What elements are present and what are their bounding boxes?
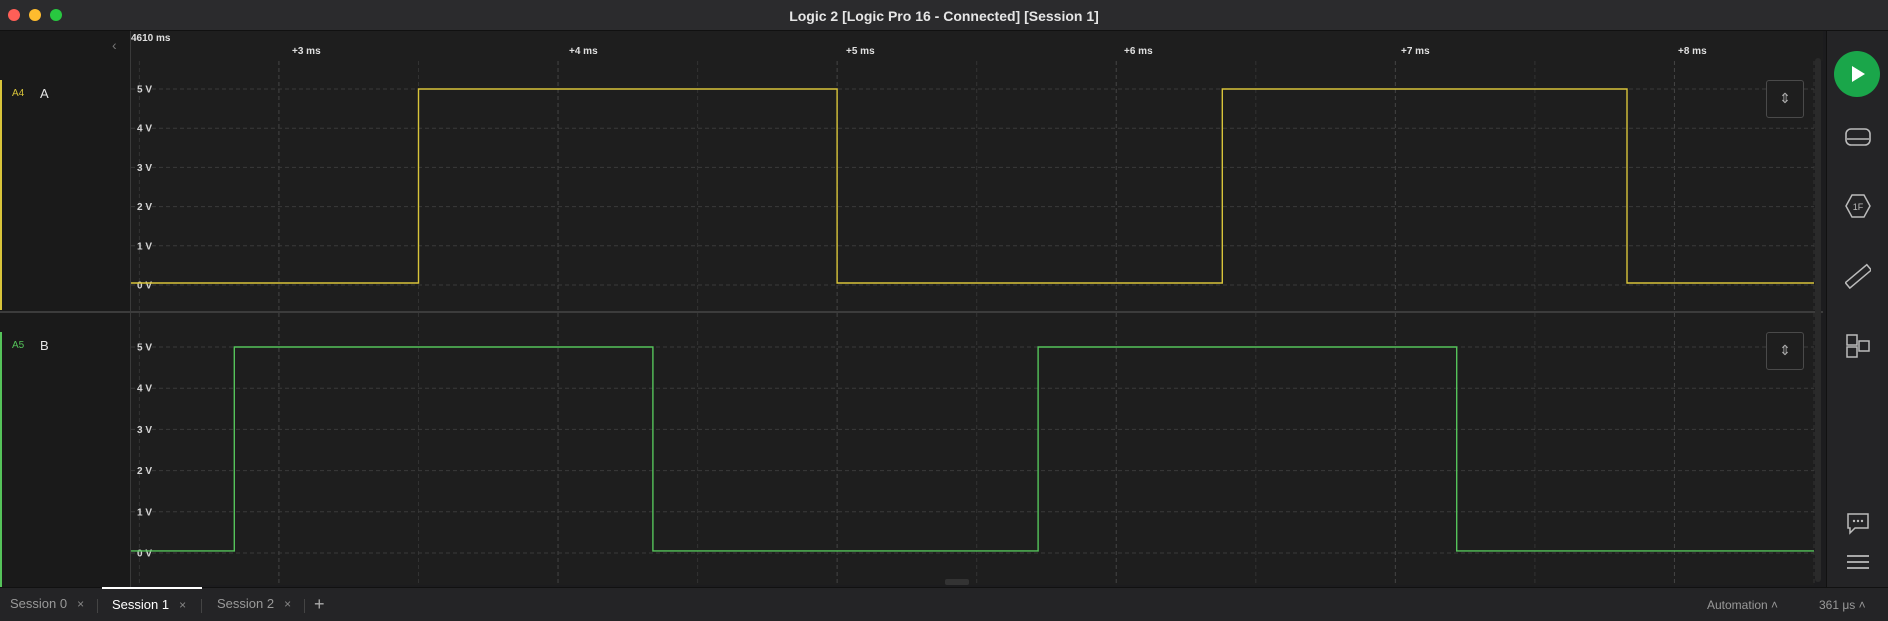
extensions-icon[interactable]	[1845, 333, 1871, 359]
fit-to-view-button-b[interactable]: ⇕	[1766, 332, 1804, 370]
fit-to-view-button-a[interactable]: ⇕	[1766, 80, 1804, 118]
y-axis-label: 3 V	[137, 425, 152, 436]
y-axis-label: 1 V	[137, 241, 152, 252]
svg-text:1F: 1F	[1853, 202, 1864, 212]
menu-icon[interactable]	[1845, 549, 1871, 575]
automation-menu[interactable]: Automation ˄	[1707, 598, 1778, 612]
play-icon[interactable]	[1834, 51, 1880, 97]
comment-icon[interactable]	[1845, 510, 1871, 536]
tab-separator	[201, 599, 202, 613]
y-axis-label: 2 V	[137, 466, 152, 477]
y-axis-label: 4 V	[137, 384, 152, 395]
y-axis-label: 5 V	[137, 343, 152, 354]
tab-session-2[interactable]: Session 2 ×	[207, 587, 291, 620]
y-axis-label: 5 V	[137, 85, 152, 96]
tab-session-1[interactable]: Session 1 ×	[102, 587, 202, 620]
measure-icon[interactable]	[1844, 263, 1873, 290]
y-axis-label: 3 V	[137, 163, 152, 174]
y-axis-label: 0 V	[137, 549, 152, 560]
close-tab-icon[interactable]: ×	[284, 597, 291, 611]
tab-label: Session 0	[10, 596, 68, 611]
device-icon[interactable]	[1845, 124, 1871, 150]
tab-session-0[interactable]: Session 0 ×	[0, 587, 84, 620]
close-tab-icon[interactable]: ×	[179, 598, 186, 612]
tab-separator	[97, 599, 98, 613]
add-tab-icon[interactable]: +	[314, 594, 325, 615]
y-axis-label: 2 V	[137, 202, 152, 213]
y-axis-label: 4 V	[137, 124, 152, 135]
waveform-plot[interactable]: 5 V 4 V 3 V 2 V 1 V 0 V 5 V 4 V 3 V 2 V 1 V 0 V	[0, 0, 1823, 587]
vertical-scrollbar[interactable]	[1815, 58, 1821, 582]
close-tab-icon[interactable]: ×	[77, 597, 84, 611]
resize-handle[interactable]	[945, 579, 969, 585]
y-axis-label: 0 V	[137, 281, 152, 292]
y-axis-label: 1 V	[137, 507, 152, 518]
tab-label: Session 1	[112, 597, 170, 612]
duration-readout[interactable]: 361 μs ˄	[1819, 598, 1866, 612]
tab-separator	[304, 599, 305, 613]
analyzer-icon[interactable]: 1F	[1845, 193, 1871, 219]
tab-label: Session 2	[217, 596, 275, 611]
right-toolbar	[1826, 31, 1888, 587]
channel-divider	[0, 311, 1823, 313]
